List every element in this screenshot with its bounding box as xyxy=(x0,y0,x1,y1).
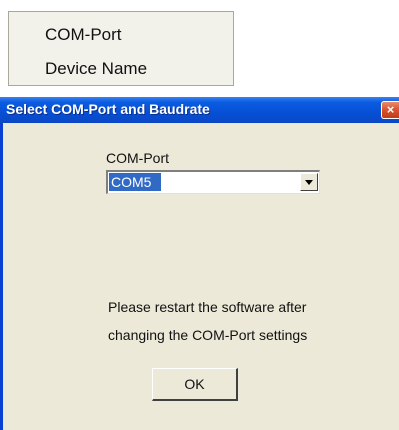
dialog-titlebar[interactable]: Select COM-Port and Baudrate × xyxy=(0,97,399,123)
context-menu: COM-Port Device Name xyxy=(8,11,234,86)
dialog-title: Select COM-Port and Baudrate xyxy=(6,101,210,117)
com-port-dialog: Select COM-Port and Baudrate × COM-Port … xyxy=(0,97,399,430)
com-port-label: COM-Port xyxy=(106,150,169,166)
close-icon[interactable]: × xyxy=(381,101,399,119)
com-port-select[interactable]: COM5 xyxy=(106,170,320,194)
menu-item-com-port[interactable]: COM-Port xyxy=(45,25,122,45)
ok-button[interactable]: OK xyxy=(152,368,238,401)
restart-message-line1: Please restart the software after xyxy=(108,299,307,315)
chevron-down-icon[interactable] xyxy=(300,173,318,191)
com-port-value[interactable]: COM5 xyxy=(109,173,161,191)
restart-message-line2: changing the COM-Port settings xyxy=(108,327,308,343)
menu-item-device-name[interactable]: Device Name xyxy=(45,59,147,79)
